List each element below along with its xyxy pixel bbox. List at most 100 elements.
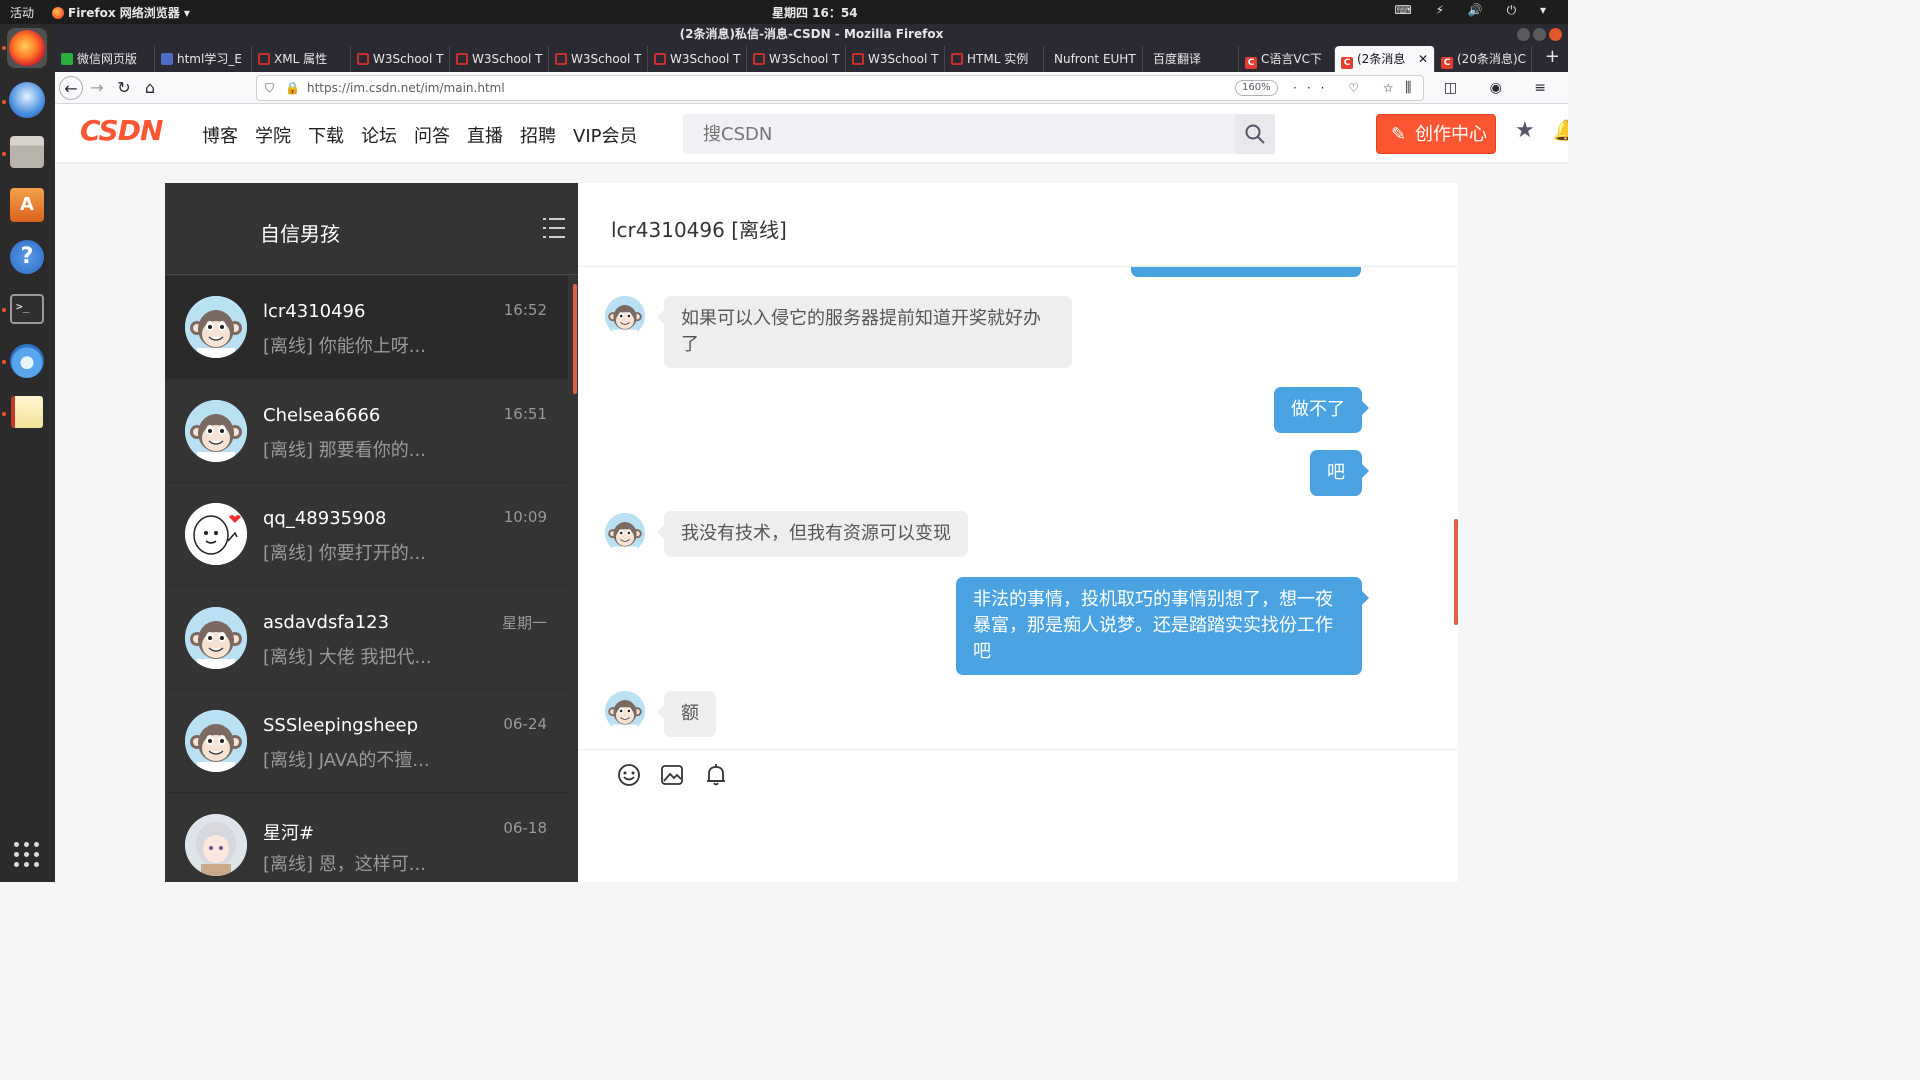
sent-message: 吧 xyxy=(1310,450,1369,496)
tab-label: W3School T xyxy=(868,52,939,66)
tracking-shield-icon[interactable]: ⛉ xyxy=(265,76,274,100)
home-icon[interactable]: ⌂ xyxy=(138,76,162,100)
running-indicator xyxy=(2,100,6,104)
toolbar-icons[interactable]: ⫼ ◫ ◉ ≡ xyxy=(1405,76,1560,100)
monkey-avatar[interactable] xyxy=(605,513,645,553)
nav-link[interactable]: 直播 xyxy=(467,126,503,147)
browser-tab[interactable]: C C语言VC下 xyxy=(1239,46,1335,72)
dock-firefox[interactable] xyxy=(7,28,47,68)
show-applications-icon[interactable] xyxy=(14,842,40,868)
nav-link[interactable]: VIP会员 xyxy=(573,126,637,147)
create-center-button[interactable]: ✎ 创作中心 xyxy=(1376,114,1496,154)
firefox-window: (2条消息)私信-消息-CSDN - Mozilla Firefox + 微信网页… xyxy=(55,24,1568,882)
conversation-preview: [离线] JAVA的不擅... xyxy=(263,750,430,771)
nav-link[interactable]: 招聘 xyxy=(520,126,556,147)
thunderbird-icon[interactable] xyxy=(9,82,45,118)
tab-label: (20条消息)C xyxy=(1457,52,1527,66)
software-store-icon[interactable]: A xyxy=(10,188,44,222)
received-message: 我没有技术，但我有资源可以变现 xyxy=(657,511,968,557)
message-composer xyxy=(578,749,1458,882)
conversation-preview: [离线] 恩，这样可... xyxy=(263,853,426,875)
clock[interactable]: 星期四 16：54 xyxy=(772,4,858,21)
monkey-avatar[interactable] xyxy=(605,691,645,731)
disc-burner-icon[interactable] xyxy=(10,344,44,378)
files-icon[interactable] xyxy=(10,136,44,168)
chat-header: lcr4310496 [离线] xyxy=(578,183,1458,267)
image-icon[interactable] xyxy=(659,762,685,788)
app-menu[interactable]: Firefox 网络浏览器 ▾ xyxy=(52,4,190,21)
notification-bell-icon[interactable]: 🔔 xyxy=(1553,118,1568,142)
lock-icon[interactable]: 🔒 xyxy=(285,76,300,100)
nav-link[interactable]: 博客 xyxy=(202,126,238,147)
browser-tab[interactable]: html学习_E xyxy=(155,46,252,72)
page-actions[interactable]: ··· ♡ ☆ xyxy=(1293,76,1404,100)
bell-icon[interactable] xyxy=(703,762,729,788)
firefox-icon xyxy=(52,7,64,19)
search-input[interactable] xyxy=(683,114,1235,154)
browser-tab[interactable]: W3School T xyxy=(747,46,846,72)
forward-icon[interactable]: → xyxy=(85,76,109,100)
minimize-icon[interactable] xyxy=(1517,28,1530,41)
conversation-preview: [离线] 你要打开的... xyxy=(263,543,426,564)
chat-scrollbar[interactable] xyxy=(1454,519,1458,625)
w3school-icon xyxy=(654,53,666,65)
monkey-avatar[interactable] xyxy=(605,296,645,336)
tab-label: XML 属性 xyxy=(274,52,328,66)
system-tray[interactable]: ⌨ ⚡ 🔊 ⏻ ▾ xyxy=(1395,3,1556,18)
back-icon[interactable]: ← xyxy=(59,76,83,100)
conversation-item[interactable]: Chelsea6666 16:51 [离线] 那要看你的... xyxy=(165,380,568,483)
w3school-icon xyxy=(456,53,468,65)
browser-tab[interactable]: XML 属性 xyxy=(252,46,351,72)
maximize-icon[interactable] xyxy=(1533,28,1546,41)
conversation-name: Chelsea6666 xyxy=(263,404,381,426)
sidebar-scrollbar[interactable] xyxy=(573,284,577,394)
csdn-logo[interactable]: CSDN xyxy=(80,114,163,147)
tab-label: C语言VC下 xyxy=(1261,52,1322,66)
activities-button[interactable]: 活动 xyxy=(10,4,34,21)
browser-tab[interactable]: Nufront EUHT xyxy=(1044,46,1143,72)
zoom-level[interactable]: 160% xyxy=(1235,80,1278,96)
tab-label: html学习_E xyxy=(177,52,242,66)
help-icon[interactable]: ? xyxy=(10,240,44,274)
firefox-icon xyxy=(9,30,45,66)
browser-tab[interactable]: HTML 实例 xyxy=(945,46,1044,72)
emoji-icon[interactable] xyxy=(616,762,642,788)
reload-icon[interactable]: ↻ xyxy=(112,76,136,100)
conversation-item[interactable]: asdavdsfa123 星期一 [离线] 大佬 我把代... xyxy=(165,587,568,690)
conversation-item[interactable]: qq_48935908 10:09 [离线] 你要打开的... xyxy=(165,483,568,586)
text-editor-icon[interactable] xyxy=(11,396,43,428)
browser-tab[interactable]: C (20条消息)C xyxy=(1435,46,1532,72)
conversation-item[interactable]: 星河# 06-18 [离线] 恩，这样可... xyxy=(165,794,568,883)
browser-tab[interactable]: C (2条消息 ✕ xyxy=(1335,46,1435,72)
conversation-item[interactable]: lcr4310496 16:52 [离线] 你能你上呀... xyxy=(165,276,568,379)
search-button[interactable] xyxy=(1235,114,1275,154)
address-bar[interactable]: ⛉ 🔒 https://im.csdn.net/im/main.html 160… xyxy=(256,75,1424,101)
nav-link[interactable]: 下载 xyxy=(308,126,344,147)
terminal-icon[interactable]: >_ xyxy=(10,294,44,324)
browser-tab[interactable]: W3School T xyxy=(648,46,747,72)
browser-tab[interactable]: W3School T xyxy=(549,46,648,72)
nav-link[interactable]: 问答 xyxy=(414,126,450,147)
browser-tab[interactable]: W3School T xyxy=(846,46,945,72)
close-tab-icon[interactable]: ✕ xyxy=(1418,46,1428,72)
conversation-item[interactable]: SSSleepingsheep 06-24 [离线] JAVA的不擅... xyxy=(165,690,568,793)
current-user-name: 自信男孩 xyxy=(260,222,340,246)
conversation-preview: [离线] 你能你上呀... xyxy=(263,336,426,357)
monkey-avatar xyxy=(185,296,247,358)
conversation-time: 16:52 xyxy=(503,301,547,319)
nav-link[interactable]: 论坛 xyxy=(361,126,397,147)
browser-tab[interactable]: W3School T xyxy=(450,46,549,72)
pen-icon: ✎ xyxy=(1391,124,1407,145)
new-tab-icon[interactable]: + xyxy=(1545,46,1560,67)
search-box[interactable] xyxy=(683,114,1275,154)
running-indicator xyxy=(2,412,6,416)
browser-tab[interactable]: 微信网页版 xyxy=(55,46,155,72)
browser-tab[interactable]: 百度翻译 xyxy=(1143,46,1239,72)
browser-tab[interactable]: W3School T xyxy=(351,46,450,72)
nav-link[interactable]: 学院 xyxy=(255,126,291,147)
close-window-icon[interactable] xyxy=(1549,28,1562,41)
app-menu-label: Firefox 网络浏览器 ▾ xyxy=(68,6,190,20)
favorites-star-icon[interactable]: ★ xyxy=(1515,118,1535,143)
w3school-icon xyxy=(852,53,864,65)
menu-list-icon[interactable] xyxy=(543,216,565,240)
